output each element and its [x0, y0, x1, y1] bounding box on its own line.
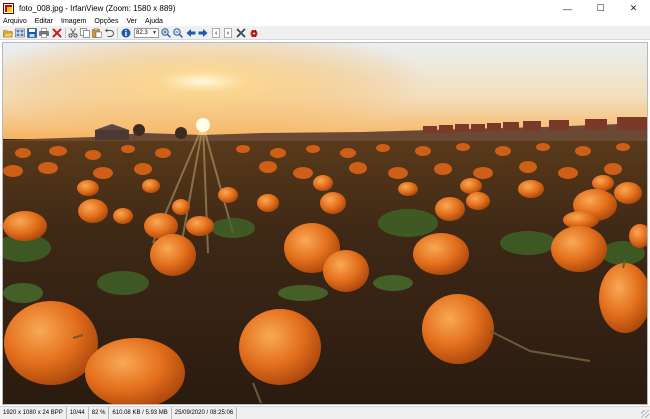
settings-icon[interactable] [236, 28, 246, 38]
exit-icon[interactable] [249, 28, 259, 38]
toolbar-separator [117, 28, 118, 38]
menu-ajuda[interactable]: Ajuda [141, 17, 167, 26]
status-file-size: 610.08 KB / 5.93 MB [109, 407, 172, 419]
zoom-in-icon[interactable] [161, 28, 171, 38]
menu-editar[interactable]: Editar [31, 17, 57, 26]
next-icon[interactable] [198, 28, 208, 38]
minimize-button[interactable]: — [551, 0, 584, 17]
irfanview-app-icon[interactable] [3, 3, 14, 14]
pumpkin-field-photo [3, 43, 647, 404]
copy-icon[interactable] [80, 28, 90, 38]
delete-icon[interactable] [52, 28, 62, 38]
maximize-button[interactable]: ☐ [584, 0, 617, 17]
cut-icon[interactable] [68, 28, 78, 38]
menu-ver[interactable]: Ver [122, 17, 141, 26]
paste-icon[interactable] [92, 28, 102, 38]
status-bar: 1920 x 1080 x 24 BPP 10/44 82 % 610.08 K… [0, 406, 650, 419]
zoom-level-value: 82.3 [136, 30, 148, 36]
print-icon[interactable] [39, 28, 49, 38]
status-datetime: 25/09/2020 / 08:25:06 [172, 407, 238, 419]
save-icon[interactable] [27, 28, 37, 38]
info-icon[interactable] [121, 28, 131, 38]
menu-imagem[interactable]: Imagem [57, 17, 90, 26]
image-viewport[interactable] [2, 42, 648, 405]
status-position: 10/44 [67, 407, 89, 419]
window-title: foto_008.jpg - IrfanView (Zoom: 1580 x 8… [19, 4, 176, 13]
zoom-level-select[interactable]: 82.3 ▼ [134, 28, 159, 38]
zoom-out-icon[interactable] [173, 28, 183, 38]
title-bar: foto_008.jpg - IrfanView (Zoom: 1580 x 8… [0, 0, 650, 17]
resize-grip[interactable] [641, 410, 649, 418]
window-controls: — ☐ ✕ [551, 0, 650, 17]
open-folder-icon[interactable] [3, 28, 13, 38]
close-button[interactable]: ✕ [617, 0, 650, 17]
previous-icon[interactable] [186, 28, 196, 38]
menu-arquivo[interactable]: Arquivo [0, 17, 31, 26]
next-page-icon[interactable] [223, 28, 233, 38]
menu-opcoes[interactable]: Opções [90, 17, 122, 26]
menu-bar: Arquivo Editar Imagem Opções Ver Ajuda [0, 17, 650, 26]
chevron-down-icon: ▼ [152, 30, 157, 36]
toolbar-separator [65, 28, 66, 38]
toolbar: 82.3 ▼ [0, 26, 650, 40]
thumbnails-icon[interactable] [15, 28, 25, 38]
previous-page-icon[interactable] [211, 28, 221, 38]
undo-icon[interactable] [104, 28, 114, 38]
status-dimensions: 1920 x 1080 x 24 BPP [0, 407, 67, 419]
status-zoom: 82 % [89, 407, 110, 419]
